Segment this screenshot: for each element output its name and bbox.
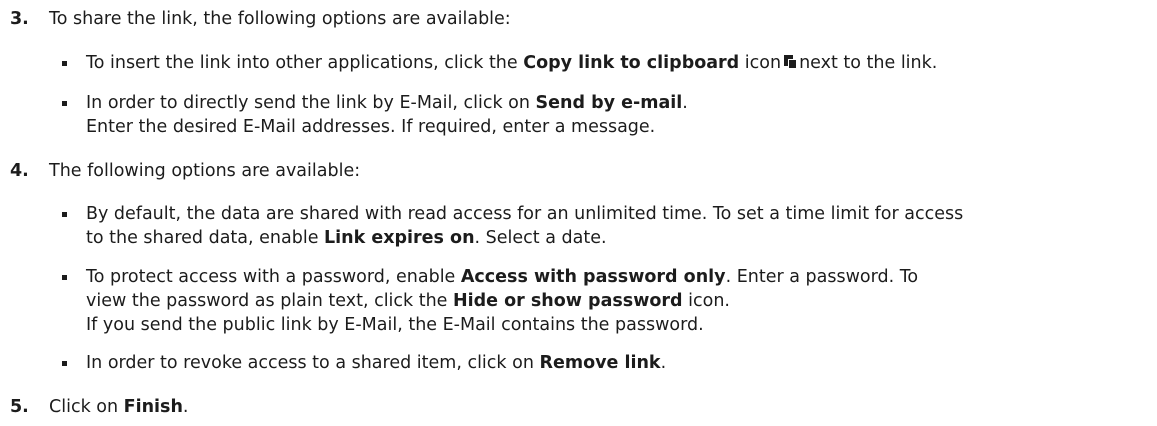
copy-icon [784, 52, 798, 69]
step-text: Click on Finish. [49, 397, 189, 417]
step-number: 3. [10, 9, 29, 29]
ui-term: Remove link [539, 353, 661, 373]
ui-term: Access with password only [460, 267, 726, 287]
ui-term: Hide or show password [453, 291, 683, 311]
step-text: To share the link, the following options… [49, 9, 511, 29]
ui-term: Finish [123, 397, 183, 417]
ui-term: Send by e-mail [535, 93, 683, 113]
list-item-text: In order to directly send the link by E-… [86, 93, 688, 137]
step-number: 5. [10, 397, 29, 417]
ui-term: Copy link to clipboard [523, 53, 740, 73]
list-item-text: To insert the link into other applicatio… [86, 52, 938, 73]
list-item-text: In order to revoke access to a shared it… [86, 353, 667, 373]
help-document: 3. To share the link, the following opti… [0, 0, 1157, 426]
bullet-marker [62, 275, 67, 280]
bullet-marker [62, 101, 67, 106]
list-item-text: To protect access with a password, enabl… [86, 267, 919, 335]
step-number: 4. [10, 161, 29, 181]
bullet-marker [62, 212, 67, 217]
step-text: The following options are available: [49, 161, 361, 181]
bullet-marker [62, 361, 67, 366]
bullet-marker [62, 61, 67, 66]
ui-term: Link expires on [324, 228, 475, 248]
list-item-text: By default, the data are shared with rea… [86, 204, 964, 248]
